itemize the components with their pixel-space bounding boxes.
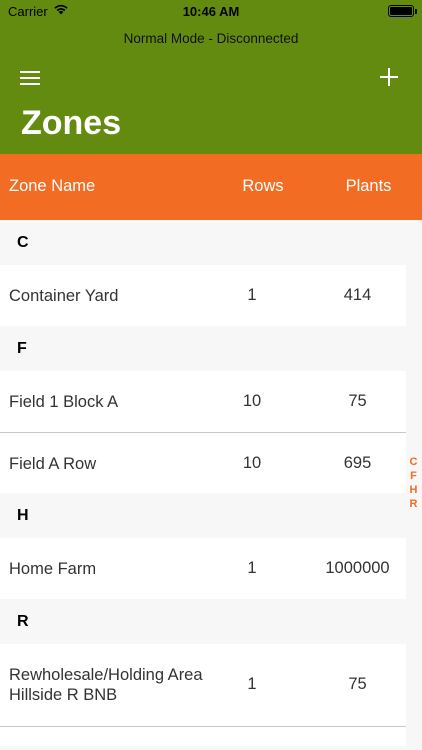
zone-row[interactable]: Field 1 Block A 10 75	[0, 371, 406, 432]
app-header: Carrier 10:46 AM Normal Mode - Disconnec…	[0, 0, 422, 154]
add-zone-button[interactable]	[380, 68, 398, 86]
battery-tip	[415, 9, 417, 14]
zone-plants: 1000000	[325, 559, 390, 577]
zone-plants: 414	[343, 286, 372, 304]
zone-plants: 75	[348, 675, 367, 693]
zone-rows: 1	[247, 559, 257, 577]
status-bar: Carrier 10:46 AM	[0, 0, 422, 22]
index-letter[interactable]: H	[405, 483, 422, 497]
section-header: C	[0, 220, 406, 265]
zone-name: Field A Row	[9, 455, 97, 473]
index-letter[interactable]: C	[405, 455, 422, 469]
zone-name: Container Yard	[9, 287, 119, 305]
zone-row[interactable]: Home Farm 1 1000000	[0, 538, 406, 599]
section-letter: R	[17, 613, 29, 630]
section-header: F	[0, 326, 406, 371]
menu-icon[interactable]	[20, 70, 40, 86]
zone-row-partial	[0, 726, 406, 746]
zone-plants: 695	[343, 454, 372, 472]
zone-plants: 75	[348, 392, 367, 410]
column-zone-name: Zone Name	[9, 177, 96, 195]
zone-rows: 1	[247, 286, 257, 304]
zone-row[interactable]: Rewholesale/Holding Area Hillside R BNB …	[0, 644, 406, 726]
zone-row[interactable]: Container Yard 1 414	[0, 265, 406, 326]
section-letter: F	[17, 340, 27, 357]
section-header: H	[0, 493, 406, 538]
column-plants: Plants	[345, 177, 392, 195]
section-letter: C	[17, 234, 29, 251]
zone-name: Rewholesale/Holding Area Hillside R BNB	[9, 666, 203, 704]
connection-mode: Normal Mode - Disconnected	[123, 31, 299, 46]
zone-list: C Container Yard 1 414 F Field 1 Block A…	[0, 220, 406, 746]
zone-rows: 10	[242, 454, 262, 472]
index-letter[interactable]: F	[405, 469, 422, 483]
column-header: Zone Name Rows Plants	[0, 154, 422, 220]
clock: 10:46 AM	[182, 4, 240, 19]
index-letter[interactable]: R	[405, 497, 422, 511]
column-rows: Rows	[242, 177, 284, 195]
zone-rows: 10	[242, 392, 262, 410]
zone-name: Home Farm	[9, 560, 97, 578]
zone-rows: 1	[247, 675, 257, 693]
battery-icon	[388, 5, 414, 17]
section-header: R	[0, 599, 406, 644]
zone-name: Field 1 Block A	[9, 393, 119, 411]
section-letter: H	[17, 507, 29, 524]
zone-row[interactable]: Field A Row 10 695	[0, 432, 406, 493]
page-title: Zones	[21, 104, 122, 142]
section-index[interactable]: C F H R	[405, 455, 422, 511]
